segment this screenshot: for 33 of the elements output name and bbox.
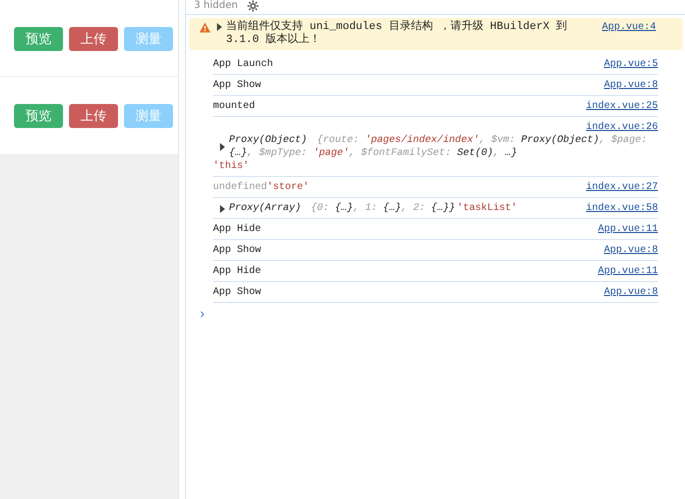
object-preview[interactable]: Proxy(Object) {route: 'pages/index/index', $vm: Proxy(Object), $page: {…}, $mpType: 'page', $fontFamilySet: Set(0), …} xyxy=(229,134,658,160)
source-link[interactable]: App.vue:5 xyxy=(604,58,658,71)
source-link[interactable]: App.vue:11 xyxy=(598,223,658,236)
log-message: mounted xyxy=(213,100,256,113)
hidden-count: 3 hidden xyxy=(194,0,238,12)
source-link[interactable]: App.vue:8 xyxy=(604,244,658,257)
log-message: App Show xyxy=(213,244,262,257)
source-link[interactable]: App.vue:8 xyxy=(604,286,658,299)
log-message: undefined'store' xyxy=(213,181,310,194)
source-link[interactable]: index.vue:27 xyxy=(586,181,658,194)
source-link[interactable]: index.vue:25 xyxy=(586,100,658,113)
source-link[interactable]: index.vue:58 xyxy=(586,202,658,215)
log-message: App Launch xyxy=(213,58,274,71)
source-link[interactable]: index.vue:26 xyxy=(586,121,658,134)
log-message: App Hide xyxy=(213,265,262,278)
settings-icon xyxy=(246,0,260,13)
string-label: 'taskList' xyxy=(457,202,518,215)
array-preview[interactable]: Proxy(Array) {0: {…}, 1: {…}, 2: {…}} xyxy=(229,202,456,215)
source-link[interactable]: App.vue:8 xyxy=(604,79,658,92)
string-label: 'this' xyxy=(213,160,250,173)
source-link[interactable]: App.vue:4 xyxy=(602,21,656,34)
log-message: App Hide xyxy=(213,223,262,236)
collapsed-arrow-icon[interactable] xyxy=(219,143,226,151)
collapsed-arrow-icon[interactable] xyxy=(216,23,223,31)
upload-button[interactable]: 上传 xyxy=(69,26,118,50)
log-message: App Show xyxy=(213,286,262,299)
collapsed-arrow-icon[interactable] xyxy=(219,204,226,212)
warning-icon xyxy=(199,22,211,33)
log-message: App Show xyxy=(213,79,262,92)
prompt-icon[interactable]: › xyxy=(198,308,206,322)
source-link[interactable]: App.vue:11 xyxy=(598,265,658,278)
upload-button[interactable]: 上传 xyxy=(69,104,118,128)
warning-text: 当前组件仅支持 uni_modules 目录结构 ，请升级 HBuilderX 到 3.1.0 版本以上！ xyxy=(226,21,568,47)
